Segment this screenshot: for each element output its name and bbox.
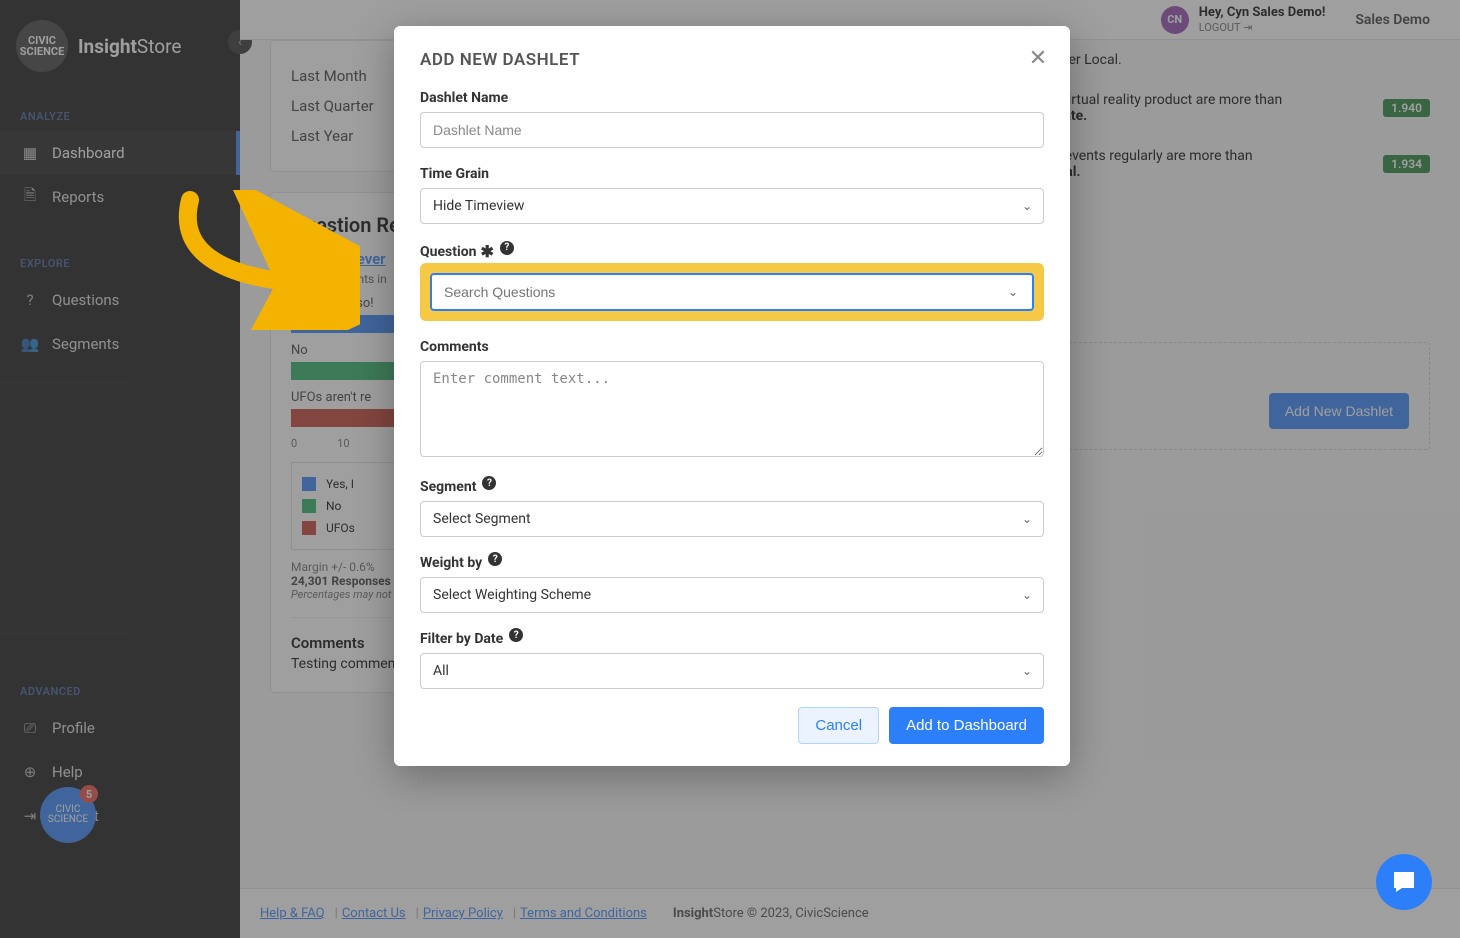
question-highlight: ⌄	[420, 263, 1044, 321]
dashlet-name-label: Dashlet Name	[420, 90, 1044, 106]
question-search-input[interactable]	[432, 275, 1032, 309]
intercom-launcher[interactable]	[1376, 854, 1432, 910]
add-to-dashboard-button[interactable]: Add to Dashboard	[889, 707, 1044, 744]
add-dashlet-modal: ADD NEW DASHLET ✕ Dashlet Name Time Grai…	[394, 26, 1070, 766]
comments-label: Comments	[420, 339, 1044, 355]
question-label: Question✱?	[420, 242, 1044, 261]
weight-by-select[interactable]: Select Weighting Scheme ⌄	[420, 577, 1044, 613]
time-grain-label: Time Grain	[420, 166, 1044, 182]
time-grain-value: Hide Timeview	[420, 188, 1044, 224]
modal-close-button[interactable]: ✕	[1026, 46, 1050, 70]
dashlet-name-input[interactable]	[420, 112, 1044, 148]
help-icon[interactable]: ?	[488, 552, 502, 566]
filter-by-date-select[interactable]: All ⌄	[420, 653, 1044, 689]
cancel-button[interactable]: Cancel	[798, 707, 879, 744]
modal-title: ADD NEW DASHLET	[420, 50, 1044, 70]
segment-value: Select Segment	[420, 501, 1044, 537]
help-icon[interactable]: ?	[509, 628, 523, 642]
weight-by-value: Select Weighting Scheme	[420, 577, 1044, 613]
time-grain-select[interactable]: Hide Timeview ⌄	[420, 188, 1044, 224]
segment-label: Segment?	[420, 479, 1044, 495]
filter-by-date-label: Filter by Date?	[420, 631, 1044, 647]
segment-select[interactable]: Select Segment ⌄	[420, 501, 1044, 537]
comments-textarea[interactable]	[420, 361, 1044, 457]
question-search-select[interactable]: ⌄	[430, 273, 1034, 311]
filter-by-date-value: All	[420, 653, 1044, 689]
help-icon[interactable]: ?	[500, 241, 514, 255]
weight-by-label: Weight by?	[420, 555, 1044, 571]
help-icon[interactable]: ?	[482, 476, 496, 490]
